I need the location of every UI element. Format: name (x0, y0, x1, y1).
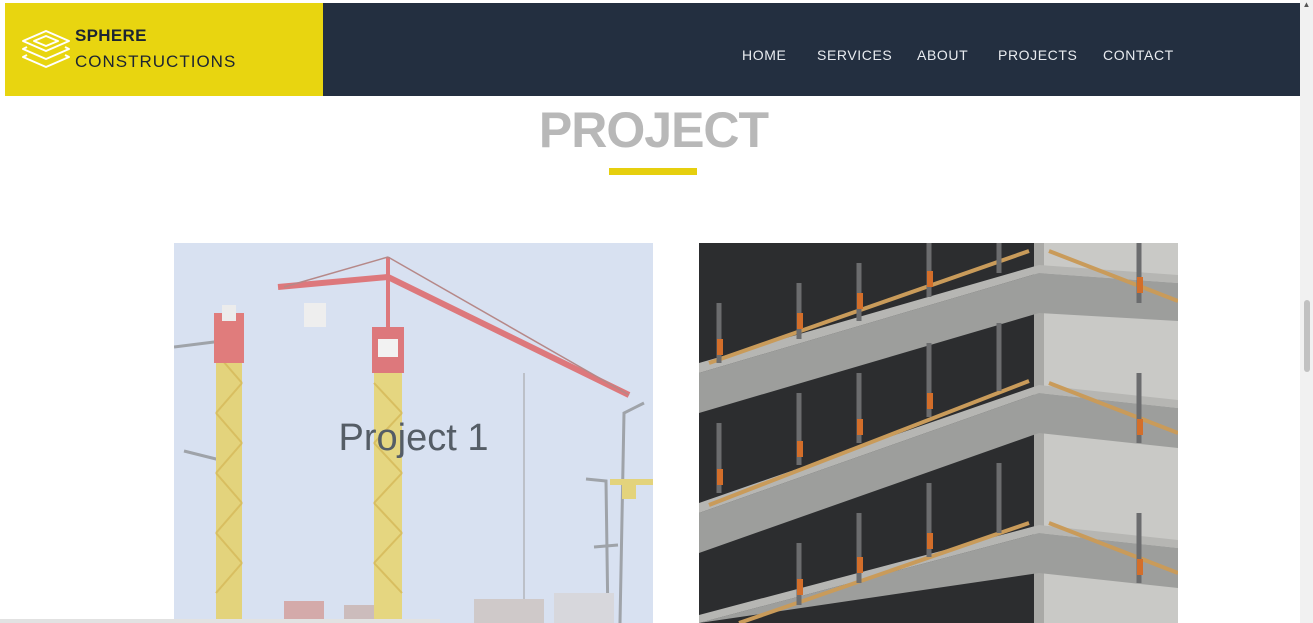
nav-services[interactable]: SERVICES (817, 47, 892, 63)
project-card-2[interactable] (699, 243, 1178, 623)
brand-name: SPHERE (75, 26, 147, 45)
nav-projects[interactable]: PROJECTS (998, 47, 1077, 63)
building-image (699, 243, 1178, 623)
scroll-thumb[interactable] (1304, 300, 1310, 372)
project-card-1[interactable]: Project 1 (174, 243, 653, 623)
page-scrollbar[interactable]: ▲ (1300, 0, 1313, 623)
nav-home[interactable]: HOME (742, 47, 786, 63)
main-nav: HOME SERVICES ABOUT PROJECTS CONTACT (5, 47, 1300, 67)
section-title: PROJECT (538, 102, 769, 158)
project-title: Project 1 (338, 417, 489, 459)
scroll-up-arrow-icon[interactable]: ▲ (1302, 0, 1311, 9)
site-header: SPHERE CONSTRUCTIONS HOME SERVICES ABOUT… (5, 3, 1300, 96)
nav-contact[interactable]: CONTACT (1103, 47, 1174, 63)
nav-about[interactable]: ABOUT (917, 47, 968, 63)
title-underline (609, 168, 697, 175)
horizontal-scrollbar[interactable] (0, 619, 440, 623)
